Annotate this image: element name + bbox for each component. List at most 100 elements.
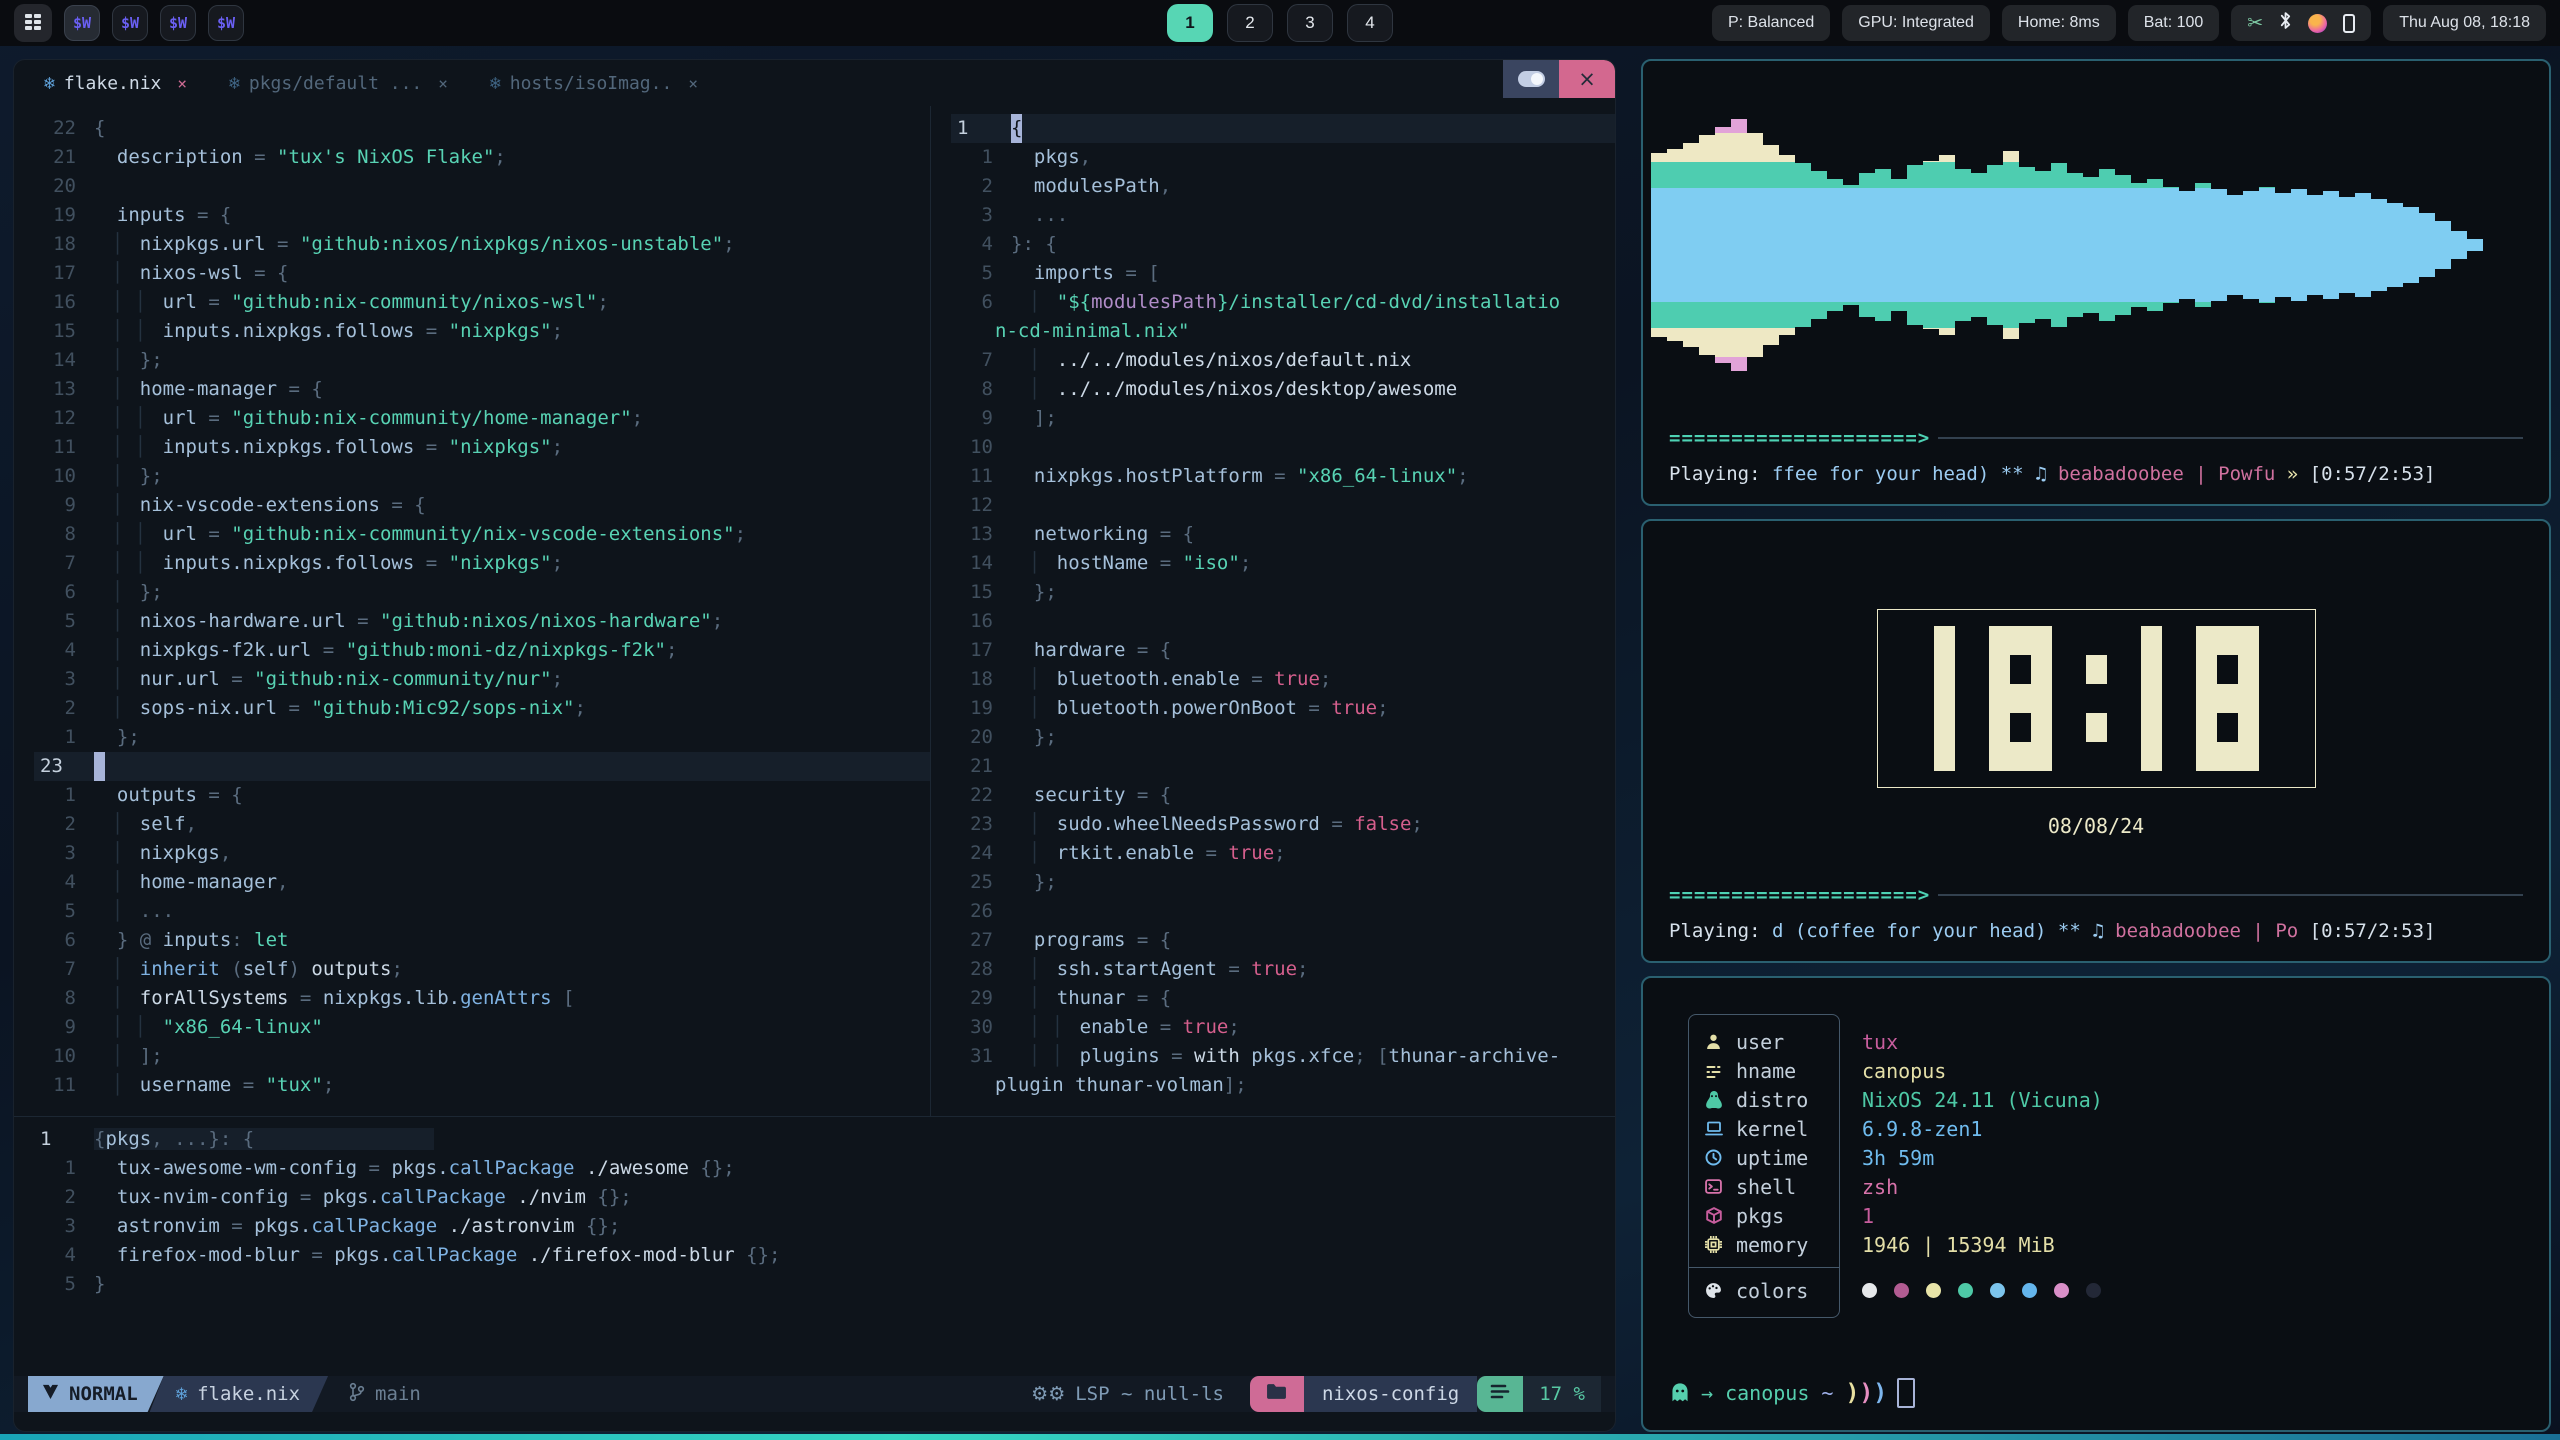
workspace-button[interactable]: $W xyxy=(208,5,244,41)
code-line: 18 ▏ nixpkgs.url = "github:nixos/nixpkgs… xyxy=(34,230,930,259)
editor-tab[interactable]: ❄pkgs/default ...× xyxy=(229,73,448,94)
code-text: ▏ username = "tux"; xyxy=(94,1071,930,1100)
line-number: 8 xyxy=(34,520,94,549)
workspace-button[interactable]: $W xyxy=(160,5,196,41)
tab-close-icon[interactable]: × xyxy=(438,74,448,93)
code-text: tux-awesome-wm-config = pkgs.callPackage… xyxy=(94,1154,1615,1183)
code-pane-bottom[interactable]: 1{pkgs, ...}: {1 tux-awesome-wm-config =… xyxy=(14,1116,1615,1369)
line-number: 2 xyxy=(34,810,94,839)
code-line: 8 ▏ forAllSystems = nixpkgs.lib.genAttrs… xyxy=(34,984,930,1013)
code-line: 6 ▏ "${modulesPath}/installer/cd-dvd/ins… xyxy=(951,288,1615,317)
code-text: } xyxy=(94,1270,1615,1299)
shell-prompt[interactable]: → canopus ~ ))) xyxy=(1669,1378,1915,1408)
close-button[interactable]: × xyxy=(1559,60,1615,98)
system-fetch: userhnamedistrokerneluptimeshellpkgsmemo… xyxy=(1688,1014,2103,1318)
code-line: 4 ▏ nixpkgs-f2k.url = "github:moni-dz/ni… xyxy=(34,636,930,665)
code-line: 10 ▏ }; xyxy=(34,462,930,491)
tag-2[interactable]: 2 xyxy=(1227,4,1273,42)
code-text: ▏ home-manager, xyxy=(94,868,930,897)
nix-snowflake-icon: ❄ xyxy=(490,73,501,94)
code-line: plugin thunar-volman]; xyxy=(951,1071,1615,1100)
track-progress: ====================> xyxy=(1669,424,2523,452)
code-line: 5 ▏ ... xyxy=(34,897,930,926)
visualizer-bar xyxy=(1763,99,1779,391)
code-text: ▏ self, xyxy=(94,810,930,839)
tab-label: pkgs/default ... xyxy=(249,73,422,94)
code-pane-right[interactable]: 1{1 pkgs,2 modulesPath,3 ...4}: {5 impor… xyxy=(931,106,1615,1116)
line-number: 29 xyxy=(951,984,1011,1013)
code-text: }; xyxy=(94,723,930,752)
tag-3[interactable]: 3 xyxy=(1287,4,1333,42)
editor-tab[interactable]: ❄ hosts/isoImag.. × xyxy=(490,73,698,94)
code-line: 1 pkgs, xyxy=(951,143,1615,172)
datetime-pill[interactable]: Thu Aug 08, 18:18 xyxy=(2383,5,2546,41)
code-text: security = { xyxy=(1011,781,1615,810)
code-text: } @ inputs: let xyxy=(94,926,930,955)
clock-digit xyxy=(2086,626,2107,771)
code-text: pkgs, xyxy=(1011,143,1615,172)
fetch-value-pkgs: 1 xyxy=(1862,1201,2103,1230)
code-text: ▏ ▏ enable = true; xyxy=(1011,1013,1615,1042)
code-line: 9 ▏ nix-vscode-extensions = { xyxy=(34,491,930,520)
bluetooth-icon xyxy=(2279,11,2292,35)
system-tray[interactable]: ✂ xyxy=(2231,5,2371,41)
tab-close-icon[interactable]: × xyxy=(177,74,187,93)
line-number: 7 xyxy=(34,955,94,984)
app-launcher-button[interactable] xyxy=(14,4,52,42)
code-pane-left[interactable]: 22{21 description = "tux's NixOS Flake";… xyxy=(14,106,931,1116)
visualizer-bar xyxy=(2291,99,2307,391)
line-number: 4 xyxy=(34,1241,94,1270)
code-line: 11 ▏ username = "tux"; xyxy=(34,1071,930,1100)
fetch-label: kernel xyxy=(1736,1117,1808,1141)
color-dot xyxy=(1926,1283,1941,1298)
workspace-button[interactable]: $W xyxy=(64,5,100,41)
code-line: 8 ▏ ../../modules/nixos/desktop/awesome xyxy=(951,375,1615,404)
tag-1[interactable]: 1 xyxy=(1167,4,1213,42)
mode-indicator: NORMAL xyxy=(28,1376,164,1412)
tab-close-icon[interactable]: × xyxy=(688,74,698,93)
editor-tab[interactable]: ❄flake.nix× xyxy=(44,73,187,94)
fetch-label-box: userhnamedistrokerneluptimeshellpkgsmemo… xyxy=(1688,1014,1840,1318)
audio-visualizer xyxy=(1651,99,2479,391)
code-line: 1 }; xyxy=(34,723,930,752)
code-line: 11 nixpkgs.hostPlatform = "x86_64-linux"… xyxy=(951,462,1615,491)
code-text: ▏ bluetooth.enable = true; xyxy=(1011,665,1615,694)
code-text: ... xyxy=(1011,201,1615,230)
visualizer-bar xyxy=(2147,99,2163,391)
tag-4[interactable]: 4 xyxy=(1347,4,1393,42)
ghost-icon xyxy=(1669,1382,1691,1404)
visualizer-bar xyxy=(2115,99,2131,391)
status-pill[interactable]: GPU: Integrated xyxy=(1842,5,1990,41)
topbar-left: $W $W $W $W xyxy=(14,4,244,42)
code-text: ▏ }; xyxy=(94,346,930,375)
line-number: 31 xyxy=(951,1042,1011,1071)
player-status-1: ====================> Playing: ffee for … xyxy=(1669,424,2523,488)
code-text xyxy=(1011,433,1615,462)
line-number: 16 xyxy=(951,607,1011,636)
toggle-button[interactable] xyxy=(1503,60,1559,98)
line-number: 22 xyxy=(951,781,1011,810)
workspace-button[interactable]: $W xyxy=(112,5,148,41)
status-pill[interactable]: P: Balanced xyxy=(1712,5,1830,41)
code-line: 21 xyxy=(951,752,1615,781)
visualizer-bar xyxy=(1779,99,1795,391)
code-text: {pkgs, ...}: { xyxy=(94,1125,1615,1154)
code-text: inputs = { xyxy=(94,201,930,230)
code-text: ▏ ../../modules/nixos/desktop/awesome xyxy=(1011,375,1615,404)
line-number: 4 xyxy=(34,868,94,897)
status-pill[interactable]: Bat: 100 xyxy=(2128,5,2220,41)
code-line: 5 ▏ nixos-hardware.url = "github:nixos/n… xyxy=(34,607,930,636)
code-text: }; xyxy=(1011,723,1615,752)
visualizer-bar xyxy=(2067,99,2083,391)
line-number: 30 xyxy=(951,1013,1011,1042)
tab-label: hosts/isoImag.. xyxy=(510,73,673,94)
digital-clock xyxy=(1877,609,2316,788)
fetch-label: hname xyxy=(1736,1059,1796,1083)
line-number: 15 xyxy=(34,317,94,346)
fetch-label: distro xyxy=(1736,1088,1808,1112)
scroll-percent: 17 % xyxy=(1523,1376,1601,1412)
status-pill[interactable]: Home: 8ms xyxy=(2002,5,2116,41)
shell-icon xyxy=(1704,1179,1723,1194)
color-dot xyxy=(1958,1283,1973,1298)
visualizer-bar xyxy=(1667,99,1683,391)
